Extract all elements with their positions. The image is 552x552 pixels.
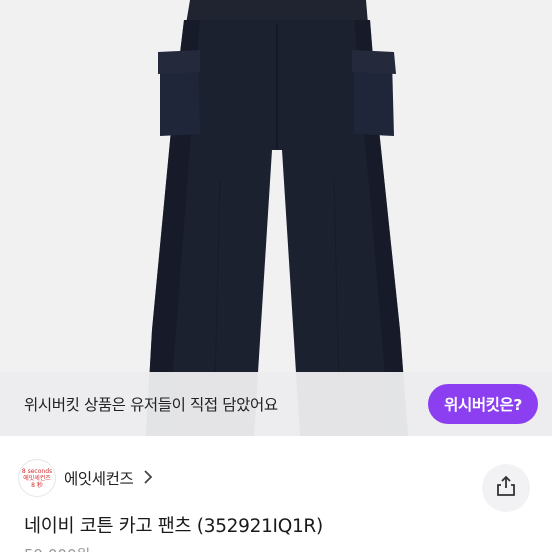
brand-logo-line: 8 seconds [21, 467, 53, 475]
product-price: 59,000원 [24, 544, 90, 552]
chevron-right-icon [143, 469, 153, 488]
wish-bucket-info-button[interactable]: 위시버킷은? [428, 384, 538, 424]
share-icon [495, 475, 517, 501]
wish-bucket-text: 위시버킷 상품은 유저들이 직접 담았어요 [24, 396, 278, 414]
brand-name: 에잇세컨즈 [64, 470, 134, 488]
brand-logo-line: 8 秒 [31, 481, 43, 489]
brand-logo: 8 seconds 에잇세컨즈 8 秒 [18, 459, 56, 497]
product-title: 네이비 코튼 카고 팬츠 (352921IQ1R) [24, 516, 323, 537]
product-image[interactable] [0, 0, 552, 436]
cargo-pants-illustration [146, 0, 408, 436]
brand-link[interactable]: 8 seconds 에잇세컨즈 8 秒 에잇세컨즈 [18, 458, 153, 498]
share-button[interactable] [482, 464, 530, 512]
wish-bucket-banner: 위시버킷 상품은 유저들이 직접 담았어요 위시버킷은? [0, 372, 552, 436]
brand-logo-line: 에잇세컨즈 [23, 474, 51, 482]
